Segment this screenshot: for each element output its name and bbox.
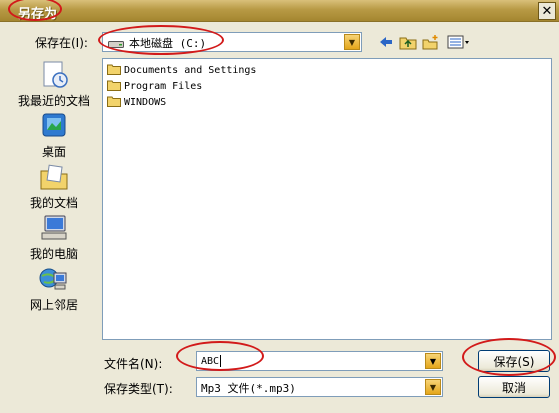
place-recent-documents[interactable]: 我最近的文档 <box>8 58 100 108</box>
file-list[interactable]: Documents and Settings Program Files WIN… <box>102 58 552 340</box>
network-places-icon <box>38 264 70 294</box>
file-name: Documents and Settings <box>124 65 257 76</box>
window-title: 另存为 <box>18 7 58 22</box>
up-folder-button[interactable] <box>398 34 418 52</box>
location-combo[interactable]: 本地磁盘 (C:) ▼ <box>102 32 362 52</box>
back-arrow-icon <box>378 35 394 52</box>
back-button[interactable] <box>376 34 396 52</box>
filename-input[interactable]: ABC ▼ <box>196 351 443 371</box>
file-name: Program Files <box>124 81 203 92</box>
drive-icon <box>108 38 124 48</box>
cancel-button[interactable]: 取消 <box>478 376 550 398</box>
cancel-button-label: 取消 <box>501 380 526 395</box>
up-folder-icon <box>399 34 417 53</box>
place-my-computer[interactable]: 我的电脑 <box>8 211 100 261</box>
chevron-down-icon[interactable]: ▼ <box>425 379 441 395</box>
location-label: 保存在(I): <box>35 36 88 50</box>
place-desktop[interactable]: 桌面 <box>8 109 100 159</box>
desktop-icon <box>38 111 70 141</box>
filetype-combo[interactable]: Mp3 文件(*.mp3) ▼ <box>196 377 443 397</box>
my-documents-icon <box>38 162 70 192</box>
place-label: 我最近的文档 <box>17 94 90 108</box>
file-name: WINDOWS <box>124 97 167 108</box>
folder-icon <box>107 95 121 110</box>
place-my-documents[interactable]: 我的文档 <box>8 160 100 210</box>
filename-value: ABC <box>201 356 220 367</box>
chevron-down-icon[interactable]: ▼ <box>344 34 360 50</box>
file-item-windows[interactable]: WINDOWS <box>107 95 166 110</box>
text-caret <box>220 355 222 367</box>
place-network[interactable]: 网上邻居 <box>8 262 100 312</box>
file-item-program-files[interactable]: Program Files <box>107 79 202 94</box>
close-icon: ✕ <box>541 3 553 19</box>
place-label: 网上邻居 <box>29 298 78 312</box>
place-label: 我的文档 <box>29 196 78 210</box>
chevron-down-icon[interactable]: ▼ <box>425 353 441 369</box>
my-computer-icon <box>38 213 70 243</box>
recent-documents-icon <box>38 60 70 90</box>
new-folder-button[interactable] <box>421 34 441 52</box>
filetype-label: 保存类型(T): <box>104 382 173 396</box>
place-label: 桌面 <box>41 145 66 159</box>
view-menu-icon <box>447 35 471 52</box>
close-button[interactable]: ✕ <box>538 2 556 20</box>
title-bar: 另存为 ✕ <box>0 0 559 22</box>
file-item-documents-and-settings[interactable]: Documents and Settings <box>107 63 256 78</box>
new-folder-icon <box>422 34 440 53</box>
location-value: 本地磁盘 (C:) <box>129 37 207 50</box>
filetype-value: Mp3 文件(*.mp3) <box>201 382 296 395</box>
save-button-label: 保存(S) <box>493 354 535 369</box>
folder-icon <box>107 79 121 94</box>
folder-icon <box>107 63 121 78</box>
view-menu-button[interactable] <box>446 34 472 52</box>
filename-label: 文件名(N): <box>104 357 163 371</box>
place-label: 我的电脑 <box>29 247 78 261</box>
save-button[interactable]: 保存(S) <box>478 350 550 372</box>
